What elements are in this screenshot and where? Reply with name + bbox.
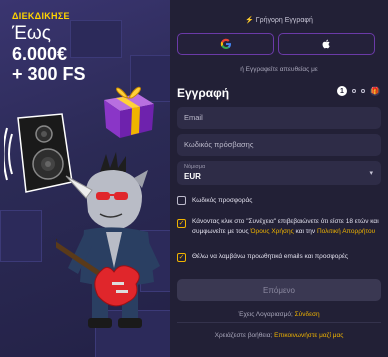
currency-label: Νόμισμα xyxy=(184,164,206,170)
password-field[interactable]: Κωδικός πρόσβασης xyxy=(177,134,381,156)
have-account-text: Έχεις Λογαριασμό; Σύνδεση xyxy=(170,311,388,318)
need-help-label: Χρειάζεστε βοήθεια; xyxy=(214,332,275,339)
promo-code-label: Κωδικός προσφοράς xyxy=(192,197,253,204)
terms-text-part: και την xyxy=(293,228,317,235)
gift-step-icon: 🎁 xyxy=(370,86,380,96)
have-account-label: Έχεις Λογαριασμό; xyxy=(238,311,295,318)
step-1-active: 1 xyxy=(337,86,347,96)
page-title: Εγγραφή xyxy=(177,86,230,100)
google-icon xyxy=(220,38,231,49)
email-field[interactable]: Email xyxy=(177,107,381,129)
rhino-guitarist-illustration xyxy=(56,152,160,328)
promo-free-spins: + 300 FS xyxy=(12,64,86,84)
step-2-dot xyxy=(352,89,356,93)
google-signup-button[interactable] xyxy=(177,33,274,55)
help-text: Χρειάζεστε βοήθεια; Επικοινωνήστε μαζί μ… xyxy=(170,332,388,339)
marketing-emails-checkbox[interactable]: ✓ xyxy=(177,253,186,262)
terms-of-use-link[interactable]: Όρους Χρήσης xyxy=(251,228,294,235)
promo-claim-tag[interactable]: ΔΙΕΚΔΙΚΗΣΕ xyxy=(12,11,70,21)
currency-value: EUR xyxy=(184,172,201,181)
apple-icon xyxy=(322,39,330,49)
contact-us-link[interactable]: Επικοινωνήστε μαζί μας xyxy=(274,332,343,339)
direct-register-text: ή Εγγραφείτε απευθείας με xyxy=(240,66,318,73)
terms-checkbox[interactable]: ✓ xyxy=(177,219,186,228)
step-3-dot xyxy=(361,89,365,93)
divider xyxy=(177,322,381,323)
registration-panel: ⚡ Γρήγορη Εγγραφή ή Εγγραφείτε απευθείας… xyxy=(170,0,388,357)
gift-box-illustration xyxy=(104,86,154,138)
apple-signup-button[interactable] xyxy=(278,33,375,55)
step-indicator: 1 🎁 xyxy=(337,86,380,96)
promo-code-checkbox[interactable] xyxy=(177,196,186,205)
promo-panel: ΔΙΕΚΔΙΚΗΣΕ Έως 6.000€ + 300 FS xyxy=(0,0,170,357)
email-placeholder: Email xyxy=(184,113,203,122)
currency-select[interactable]: Νόμισμα EUR ▾ xyxy=(177,161,381,185)
login-link[interactable]: Σύνδεση xyxy=(295,311,320,318)
password-placeholder: Κωδικός πρόσβασης xyxy=(184,140,254,149)
bg-tile xyxy=(0,210,42,262)
marketing-emails-label: Θέλω να λαμβάνω προωθητικά emails και πρ… xyxy=(192,253,349,260)
quick-register-title: ⚡ Γρήγορη Εγγραφή xyxy=(245,17,313,24)
promo-amount: 6.000€ xyxy=(12,44,68,64)
next-button[interactable]: Επόμενο xyxy=(177,279,381,301)
promo-upto: Έως xyxy=(12,23,51,44)
chevron-down-icon: ▾ xyxy=(369,170,373,177)
privacy-policy-link[interactable]: Πολιτική Απορρήτου xyxy=(317,228,375,235)
terms-text: Κάνοντας κλικ στο "Συνέχεια" επιβεβαιώνε… xyxy=(192,217,382,237)
bg-tile xyxy=(70,20,122,58)
